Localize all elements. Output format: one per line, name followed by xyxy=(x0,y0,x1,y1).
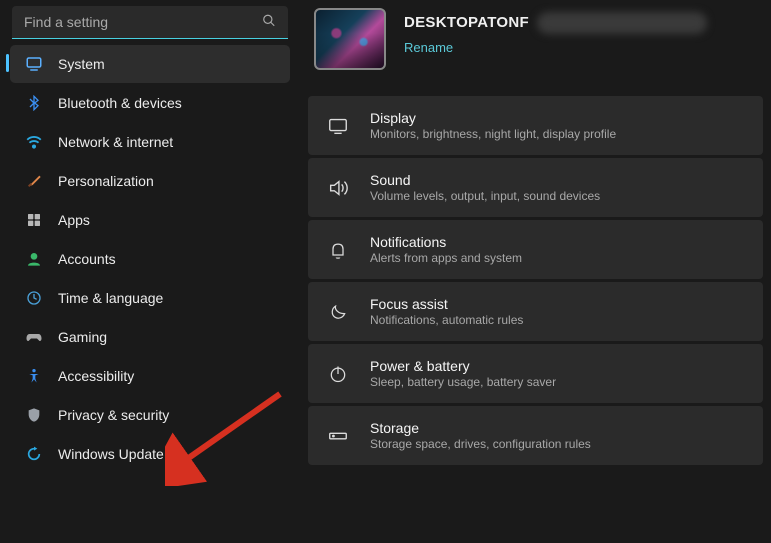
tile-title: Sound xyxy=(370,172,600,188)
display-icon xyxy=(326,114,350,138)
tile-power-battery[interactable]: Power & battery Sleep, battery usage, ba… xyxy=(308,344,763,403)
tile-title: Storage xyxy=(370,420,591,436)
search-icon xyxy=(262,13,276,32)
tile-notifications[interactable]: Notifications Alerts from apps and syste… xyxy=(308,220,763,279)
settings-tiles: Display Monitors, brightness, night ligh… xyxy=(308,96,763,465)
sidebar-item-label: System xyxy=(58,56,105,72)
tile-text: Sound Volume levels, output, input, soun… xyxy=(370,172,600,203)
tile-text: Notifications Alerts from apps and syste… xyxy=(370,234,522,265)
search-input[interactable] xyxy=(12,6,288,39)
sidebar-item-label: Accessibility xyxy=(58,368,134,384)
shield-icon xyxy=(24,405,44,425)
system-icon xyxy=(24,54,44,74)
bell-icon xyxy=(326,238,350,262)
device-header: DESKTOPATONF Rename xyxy=(308,6,763,96)
device-name: DESKTOPATONF xyxy=(404,14,529,31)
tile-title: Focus assist xyxy=(370,296,523,312)
tile-title: Power & battery xyxy=(370,358,556,374)
sidebar-item-label: Personalization xyxy=(58,173,154,189)
sidebar-item-system[interactable]: System xyxy=(10,45,290,83)
sidebar: System Bluetooth & devices Network & int… xyxy=(0,0,300,543)
tile-text: Focus assist Notifications, automatic ru… xyxy=(370,296,523,327)
tile-subtitle: Sleep, battery usage, battery saver xyxy=(370,375,556,389)
search-container xyxy=(12,6,288,39)
wifi-icon xyxy=(24,132,44,152)
sidebar-item-gaming[interactable]: Gaming xyxy=(10,318,290,356)
person-icon xyxy=(24,249,44,269)
tile-subtitle: Monitors, brightness, night light, displ… xyxy=(370,127,616,141)
power-icon xyxy=(326,362,350,386)
tile-subtitle: Alerts from apps and system xyxy=(370,251,522,265)
avatar xyxy=(314,8,386,70)
tile-sound[interactable]: Sound Volume levels, output, input, soun… xyxy=(308,158,763,217)
sidebar-item-time-language[interactable]: Time & language xyxy=(10,279,290,317)
sidebar-item-label: Gaming xyxy=(58,329,107,345)
sidebar-item-label: Apps xyxy=(58,212,90,228)
storage-icon xyxy=(326,424,350,448)
tile-subtitle: Volume levels, output, input, sound devi… xyxy=(370,189,600,203)
sidebar-item-privacy[interactable]: Privacy & security xyxy=(10,396,290,434)
tile-display[interactable]: Display Monitors, brightness, night ligh… xyxy=(308,96,763,155)
accessibility-icon xyxy=(24,366,44,386)
tile-subtitle: Storage space, drives, configuration rul… xyxy=(370,437,591,451)
tile-title: Display xyxy=(370,110,616,126)
nav-list: System Bluetooth & devices Network & int… xyxy=(6,45,294,473)
moon-icon xyxy=(326,300,350,324)
sidebar-item-label: Privacy & security xyxy=(58,407,169,423)
sidebar-item-windows-update[interactable]: Windows Update xyxy=(10,435,290,473)
header-text: DESKTOPATONF Rename xyxy=(404,8,707,57)
gaming-icon xyxy=(24,327,44,347)
sidebar-item-label: Bluetooth & devices xyxy=(58,95,182,111)
paintbrush-icon xyxy=(24,171,44,191)
blurred-account-info xyxy=(537,12,707,34)
bluetooth-icon xyxy=(24,93,44,113)
rename-link[interactable]: Rename xyxy=(404,40,453,55)
tile-title: Notifications xyxy=(370,234,522,250)
sidebar-item-accounts[interactable]: Accounts xyxy=(10,240,290,278)
sidebar-item-label: Windows Update xyxy=(58,446,164,462)
main-content: DESKTOPATONF Rename Display Monitors, br… xyxy=(300,0,771,543)
sidebar-item-label: Network & internet xyxy=(58,134,173,150)
tile-focus-assist[interactable]: Focus assist Notifications, automatic ru… xyxy=(308,282,763,341)
apps-icon xyxy=(24,210,44,230)
device-name-row: DESKTOPATONF xyxy=(404,12,707,34)
sidebar-item-network[interactable]: Network & internet xyxy=(10,123,290,161)
sidebar-item-bluetooth[interactable]: Bluetooth & devices xyxy=(10,84,290,122)
sidebar-item-accessibility[interactable]: Accessibility xyxy=(10,357,290,395)
clock-globe-icon xyxy=(24,288,44,308)
update-icon xyxy=(24,444,44,464)
tile-text: Display Monitors, brightness, night ligh… xyxy=(370,110,616,141)
tile-text: Storage Storage space, drives, configura… xyxy=(370,420,591,451)
sidebar-item-apps[interactable]: Apps xyxy=(10,201,290,239)
sidebar-item-label: Time & language xyxy=(58,290,163,306)
tile-text: Power & battery Sleep, battery usage, ba… xyxy=(370,358,556,389)
sidebar-item-label: Accounts xyxy=(58,251,116,267)
sidebar-item-personalization[interactable]: Personalization xyxy=(10,162,290,200)
tile-subtitle: Notifications, automatic rules xyxy=(370,313,523,327)
sound-icon xyxy=(326,176,350,200)
tile-storage[interactable]: Storage Storage space, drives, configura… xyxy=(308,406,763,465)
